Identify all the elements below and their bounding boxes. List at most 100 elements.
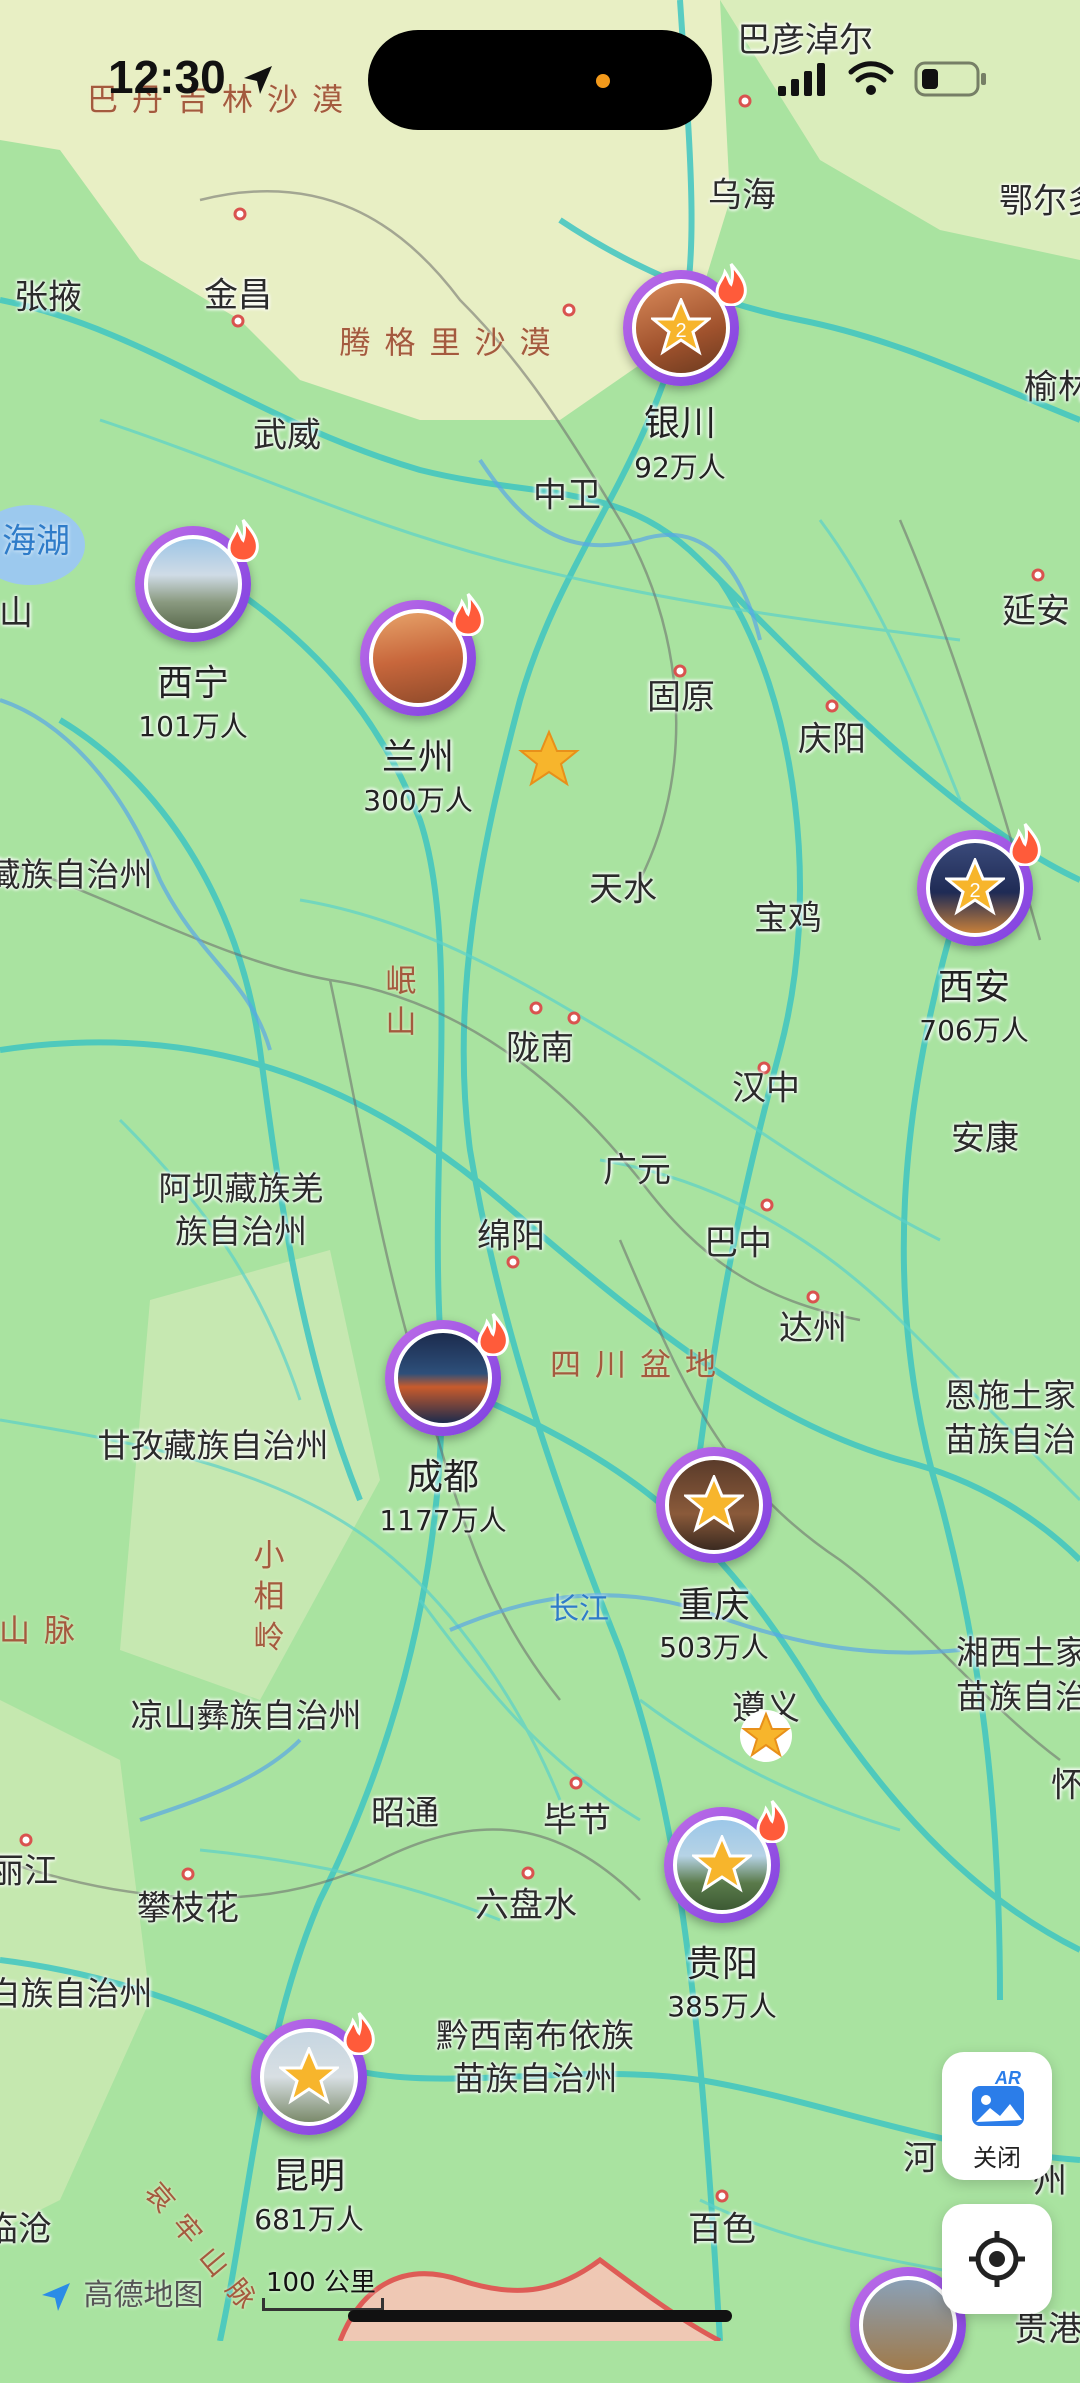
ar-close-label: 关闭: [973, 2144, 1021, 2172]
pref-label-enshi-line1: 恩施土家: [944, 1376, 1076, 1415]
star-badge-icon: [684, 1475, 744, 1533]
city-name-lanzhou: 兰州: [381, 737, 455, 778]
city-name-chongqing: 重庆: [677, 1585, 751, 1626]
pref-label-ganzi: 甘孜藏族自治州: [97, 1426, 329, 1465]
city-name-guiyang: 贵阳: [685, 1944, 759, 1985]
fire-icon: [756, 1800, 788, 1843]
city-label-longnan: 陇南: [506, 1028, 574, 1069]
city-label-bijie: 毕节: [543, 1800, 611, 1841]
ar-image-icon: AR: [972, 2068, 1024, 2126]
city-label-huai: 怀: [1051, 1765, 1080, 1806]
city-label-bazhong: 巴中: [704, 1223, 772, 1264]
city-marker-kunming[interactable]: [251, 2012, 375, 2135]
pref-label-haibei: 藏族自治州: [0, 855, 153, 894]
city-name-xining: 西宁: [156, 663, 230, 704]
region-label-minshan: 岷山: [379, 964, 416, 1046]
city-label-yulin: 榆林: [1024, 367, 1080, 408]
city-marker-xian[interactable]: 2: [917, 823, 1041, 946]
fire-icon: [227, 519, 259, 562]
city-label-hanzhong: 汉中: [732, 1068, 800, 1109]
recording-dot: [596, 74, 610, 88]
fire-icon: [715, 263, 747, 306]
city-label-he: 河: [903, 2138, 937, 2179]
svg-text:AR: AR: [994, 2068, 1021, 2088]
ar-close-button[interactable]: AR 关闭: [942, 2052, 1052, 2180]
city-marker-chengdu[interactable]: [385, 1313, 509, 1436]
city-label-jinchang: 金昌: [204, 275, 272, 316]
city-label-guangyuan: 广元: [603, 1150, 671, 1191]
status-bar: 12:30: [0, 0, 1080, 140]
city-marker-chongqing[interactable]: [656, 1447, 772, 1563]
city-label-mianyang: 绵阳: [477, 1216, 545, 1257]
city-label-wuhai: 乌海: [708, 175, 776, 216]
fire-icon: [477, 1313, 509, 1356]
city-population-guiyang: 385万人: [667, 1990, 777, 2023]
fire-icon: [343, 2012, 375, 2055]
pref-label-qianxinan-line2: 苗族自治州: [452, 2059, 618, 2098]
map-provider-name: 高德地图: [83, 2278, 204, 2313]
river-label-changjiang: 长江: [549, 1592, 609, 1627]
pref-label-aba-line2: 族自治州: [175, 1212, 307, 1251]
region-label-xiaoxiangling: 小相岭: [247, 1538, 284, 1662]
map-provider-logo: 高德地图: [38, 2270, 204, 2315]
city-population-lanzhou: 300万人: [363, 784, 473, 817]
battery-icon: [914, 61, 986, 97]
city-label-ordos: 鄂尔多: [999, 181, 1080, 222]
city-label-panzhihua: 攀枝花: [137, 1888, 239, 1929]
pref-label-dali: 白族自治州: [0, 1974, 153, 2013]
lake-label-qinghai: 海湖: [2, 521, 70, 562]
fire-icon: [1009, 823, 1041, 866]
city-population-kunming: 681万人: [254, 2203, 364, 2236]
city-population-xian: 706万人: [919, 1014, 1029, 1047]
svg-text:2: 2: [969, 880, 980, 902]
city-label-zhongwei: 中卫: [533, 475, 601, 516]
pref-label-xiangxi-line2: 苗族自治: [956, 1677, 1080, 1716]
city-label-lijiang: 丽江: [0, 1851, 58, 1892]
region-label-shanmai: 山脉: [0, 1613, 89, 1650]
pref-label-aba-line1: 阿坝藏族羌: [158, 1169, 324, 1208]
poi-star-icon[interactable]: [736, 1706, 796, 1766]
city-label-liupanshui: 六盘水: [475, 1885, 577, 1926]
star-badge-icon: [692, 1835, 752, 1893]
city-population-xining: 101万人: [138, 710, 248, 743]
city-marker-yinchuan[interactable]: 2: [623, 263, 747, 386]
pref-label-enshi-line2: 苗族自治: [944, 1420, 1076, 1459]
city-label-dazhou: 达州: [779, 1308, 847, 1349]
dynamic-island: [368, 30, 712, 130]
city-label-baoji: 宝鸡: [754, 898, 822, 939]
cellular-signal-icon: [778, 63, 825, 96]
city-population-chengdu: 1177万人: [379, 1504, 507, 1537]
city-label-wuwei: 武威: [253, 415, 321, 456]
city-label-qingyang: 庆阳: [798, 719, 866, 760]
star-badge-icon: [279, 2047, 339, 2105]
city-name-chengdu: 成都: [406, 1457, 480, 1498]
pref-label-liangshan: 凉山彝族自治州: [130, 1696, 362, 1735]
city-label-ankang: 安康: [951, 1118, 1019, 1159]
scale-label: 100 公里: [266, 2268, 376, 2298]
city-label-zhangye: 张掖: [14, 277, 82, 318]
city-marker-guiyang[interactable]: [664, 1800, 788, 1923]
pref-label-xiangxi-line1: 湘西土家: [956, 1633, 1080, 1672]
city-label-baise: 百色: [688, 2209, 756, 2250]
city-label-zhaotong: 昭通: [371, 1793, 439, 1834]
locate-me-button[interactable]: [942, 2204, 1052, 2314]
svg-text:2: 2: [675, 320, 686, 342]
city-population-yinchuan: 92万人: [634, 451, 726, 484]
city-label-lincang: 临沧: [0, 2209, 52, 2250]
region-label-tengger: 腾格里沙漠: [339, 325, 565, 362]
city-marker-lanzhou[interactable]: [360, 593, 484, 716]
city-label-shan: 山: [0, 593, 33, 634]
region-label-sichuan-basin: 四川盆地: [550, 1347, 730, 1384]
gaode-logo-icon: [42, 2282, 70, 2311]
crosshair-icon: [969, 2231, 1025, 2287]
city-marker-xining[interactable]: [135, 519, 259, 642]
city-label-yanan: 延安: [1002, 591, 1070, 632]
city-population-chongqing: 503万人: [659, 1631, 769, 1664]
city-name-xian: 西安: [937, 967, 1011, 1008]
city-name-kunming: 昆明: [272, 2156, 346, 2197]
wifi-icon: [848, 61, 894, 95]
pref-label-qianxinan-line1: 黔西南布依族: [436, 2016, 634, 2055]
fire-icon: [452, 593, 484, 636]
city-label-guyuan: 固原: [647, 677, 715, 718]
city-label-tianshui: 天水: [589, 869, 657, 910]
